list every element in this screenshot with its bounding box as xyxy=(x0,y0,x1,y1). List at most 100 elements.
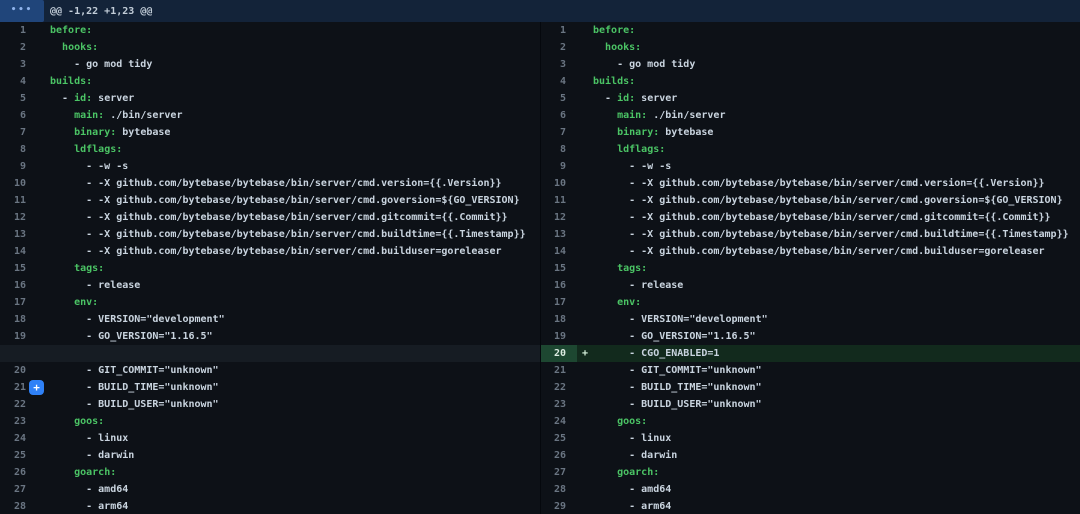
diff-viewer: ••• @@ -1,22 +1,23 @@ 1before:2 hooks:3 … xyxy=(0,0,1080,514)
code-text: - -X github.com/bytebase/bytebase/bin/se… xyxy=(50,212,508,223)
line-number[interactable]: 8 xyxy=(541,141,577,158)
line-number[interactable]: 11 xyxy=(0,192,26,209)
line-number[interactable]: 9 xyxy=(0,158,26,175)
line-number[interactable]: 17 xyxy=(541,294,577,311)
line-number[interactable]: 28 xyxy=(0,498,26,514)
diff-marker xyxy=(577,22,593,39)
line-number[interactable]: 14 xyxy=(541,243,577,260)
code-line: - go mod tidy xyxy=(50,56,540,73)
code-text: - GO_VERSION="1.16.5" xyxy=(50,331,213,342)
line-number[interactable]: 28 xyxy=(541,481,577,498)
line-number[interactable]: 24 xyxy=(0,430,26,447)
line-number[interactable]: 21 xyxy=(541,362,577,379)
line-number[interactable]: 22 xyxy=(0,396,26,413)
line-number[interactable]: 14 xyxy=(0,243,26,260)
line-number[interactable]: 7 xyxy=(541,124,577,141)
diff-marker xyxy=(26,447,50,464)
line-number[interactable]: 6 xyxy=(0,107,26,124)
line-number[interactable]: 25 xyxy=(541,430,577,447)
line-number[interactable]: 10 xyxy=(0,175,26,192)
line-number[interactable]: 23 xyxy=(541,396,577,413)
line-number[interactable]: 15 xyxy=(0,260,26,277)
line-number[interactable]: 4 xyxy=(0,73,26,90)
line-number[interactable]: 17 xyxy=(0,294,26,311)
add-comment-button[interactable]: + xyxy=(29,380,44,395)
code-text xyxy=(593,467,617,478)
diff-pane-old: 1before:2 hooks:3 - go mod tidy4builds:5… xyxy=(0,22,540,514)
line-number[interactable]: 20 xyxy=(0,362,26,379)
diff-row: 26 - darwin xyxy=(541,447,1080,464)
line-number[interactable]: 18 xyxy=(0,311,26,328)
line-number[interactable]: 29 xyxy=(541,498,577,514)
yaml-key: before: xyxy=(50,25,92,36)
line-number[interactable]: 12 xyxy=(0,209,26,226)
code-text: - -X github.com/bytebase/bytebase/bin/se… xyxy=(50,229,526,240)
line-number[interactable]: 3 xyxy=(541,56,577,73)
line-number[interactable]: 23 xyxy=(0,413,26,430)
line-number[interactable]: 10 xyxy=(541,175,577,192)
line-number[interactable]: 26 xyxy=(0,464,26,481)
line-number[interactable]: 5 xyxy=(0,90,26,107)
code-line: - -X github.com/bytebase/bytebase/bin/se… xyxy=(593,175,1080,192)
line-number[interactable]: 5 xyxy=(541,90,577,107)
line-number[interactable]: 9 xyxy=(541,158,577,175)
code-line: hooks: xyxy=(593,39,1080,56)
code-line: - BUILD_USER="unknown" xyxy=(50,396,540,413)
line-number[interactable]: 13 xyxy=(0,226,26,243)
code-text xyxy=(50,42,62,53)
line-number[interactable]: 7 xyxy=(0,124,26,141)
code-text xyxy=(593,42,605,53)
code-text: - linux xyxy=(593,433,671,444)
line-number[interactable]: 6 xyxy=(541,107,577,124)
diff-row: 5 - id: server xyxy=(0,90,540,107)
code-text: - amd64 xyxy=(593,484,671,495)
code-text: - VERSION="development" xyxy=(593,314,768,325)
line-number[interactable]: 19 xyxy=(541,328,577,345)
line-number[interactable]: 13 xyxy=(541,226,577,243)
code-text xyxy=(593,144,617,155)
code-line: - GO_VERSION="1.16.5" xyxy=(50,328,540,345)
diff-row: 24 goos: xyxy=(541,413,1080,430)
yaml-key: goos: xyxy=(74,416,104,427)
code-text: - linux xyxy=(50,433,128,444)
line-number[interactable]: 19 xyxy=(0,328,26,345)
line-number[interactable]: 2 xyxy=(541,39,577,56)
line-number[interactable]: 18 xyxy=(541,311,577,328)
diff-marker xyxy=(26,396,50,413)
line-number[interactable]: 1 xyxy=(0,22,26,39)
yaml-key: before: xyxy=(593,25,635,36)
diff-row: 25 - darwin xyxy=(0,447,540,464)
line-number[interactable]: 15 xyxy=(541,260,577,277)
diff-marker xyxy=(26,481,50,498)
line-number[interactable]: 24 xyxy=(541,413,577,430)
line-number[interactable]: 25 xyxy=(0,447,26,464)
line-number[interactable]: 1 xyxy=(541,22,577,39)
diff-marker xyxy=(577,192,593,209)
line-number[interactable]: 27 xyxy=(0,481,26,498)
code-line: - -X github.com/bytebase/bytebase/bin/se… xyxy=(50,243,540,260)
line-number[interactable]: 16 xyxy=(541,277,577,294)
diff-marker xyxy=(577,124,593,141)
code-text: - darwin xyxy=(593,450,677,461)
line-number[interactable]: 26 xyxy=(541,447,577,464)
line-number[interactable]: 3 xyxy=(0,56,26,73)
line-number[interactable]: 8 xyxy=(0,141,26,158)
line-number[interactable]: 27 xyxy=(541,464,577,481)
line-number[interactable]: 4 xyxy=(541,73,577,90)
line-number[interactable]: 2 xyxy=(0,39,26,56)
code-line: - CGO_ENABLED=1 xyxy=(593,345,1080,362)
line-number[interactable]: 20 xyxy=(541,345,577,362)
code-line xyxy=(50,345,540,362)
line-number[interactable]: 22 xyxy=(541,379,577,396)
code-text xyxy=(50,127,74,138)
diff-row: 16 - release xyxy=(0,277,540,294)
line-number[interactable]: 12 xyxy=(541,209,577,226)
line-number[interactable]: 21 xyxy=(0,379,26,396)
code-text: - -X github.com/bytebase/bytebase/bin/se… xyxy=(593,246,1045,257)
code-text: - -X github.com/bytebase/bytebase/bin/se… xyxy=(593,178,1045,189)
line-number[interactable]: 16 xyxy=(0,277,26,294)
diff-row: 24 - linux xyxy=(0,430,540,447)
expand-diff-button[interactable]: ••• xyxy=(0,0,44,22)
line-number[interactable]: 11 xyxy=(541,192,577,209)
yaml-key: builds: xyxy=(593,76,635,87)
